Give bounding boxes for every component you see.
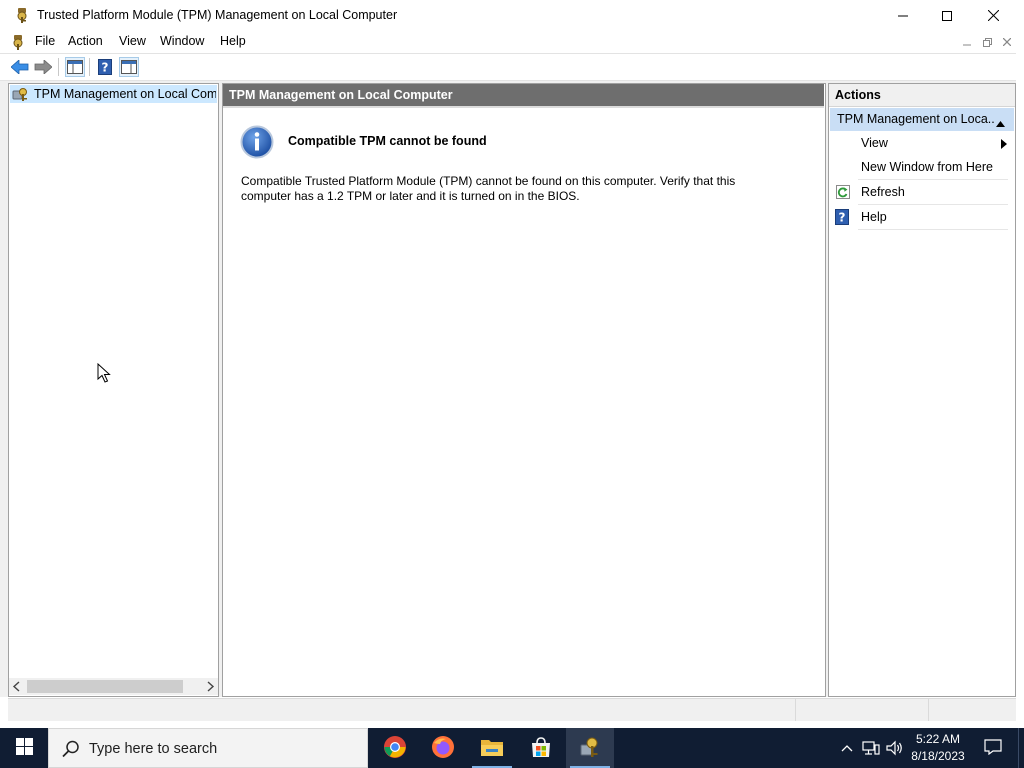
scroll-left-arrow-icon[interactable] — [12, 681, 22, 692]
message-body: Compatible Trusted Platform Module (TPM)… — [241, 174, 736, 203]
windows-logo-icon — [15, 738, 33, 758]
clock-date: 8/18/2023 — [911, 749, 965, 763]
chrome-icon — [383, 735, 407, 762]
show-hide-action-pane-icon[interactable] — [119, 57, 139, 77]
taskbar-search-box[interactable]: Type here to search — [48, 728, 368, 768]
tpm-key-icon — [12, 86, 30, 102]
notification-icon — [984, 738, 1002, 758]
header-divider — [223, 106, 824, 108]
refresh-icon — [835, 184, 851, 200]
title-bar[interactable]: Trusted Platform Module (TPM) Management… — [0, 0, 1024, 31]
taskbar-app-microsoft-store[interactable] — [517, 728, 565, 768]
show-desktop-button[interactable] — [1018, 728, 1024, 768]
taskbar-app-firefox[interactable] — [419, 728, 467, 768]
taskbar-app-chrome[interactable] — [371, 728, 419, 768]
toolbar: ? — [0, 54, 1016, 81]
message-heading: Compatible TPM cannot be found — [288, 134, 487, 148]
window-title: Trusted Platform Module (TPM) Management… — [37, 8, 398, 22]
child-minimize-button[interactable] — [960, 35, 974, 49]
collapse-arrow-icon[interactable] — [996, 116, 1005, 127]
actions-divider — [858, 179, 1008, 180]
action-new-window-from-here[interactable]: New Window from Here — [831, 156, 1009, 178]
action-center-button[interactable] — [978, 728, 1008, 768]
actions-section-header[interactable]: TPM Management on Loca... — [830, 108, 1014, 131]
tree-horizontal-scrollbar[interactable] — [9, 678, 218, 695]
status-bar — [8, 698, 1016, 721]
search-placeholder: Type here to search — [89, 741, 218, 757]
maximize-button[interactable] — [924, 0, 970, 31]
scrollbar-thumb[interactable] — [27, 680, 183, 693]
status-divider — [795, 699, 796, 721]
microsoft-store-icon — [530, 736, 552, 761]
svg-text:?: ? — [839, 211, 846, 225]
clock-time: 5:22 AM — [915, 732, 961, 746]
volume-icon[interactable] — [886, 738, 904, 758]
forward-arrow-icon[interactable] — [33, 57, 53, 77]
mouse-cursor-icon — [97, 362, 111, 383]
search-icon — [61, 739, 81, 759]
actions-section-title: TPM Management on Loca... — [837, 112, 995, 126]
scroll-right-arrow-icon[interactable] — [205, 681, 215, 692]
tree-item-tpm-management[interactable]: TPM Management on Local Computer — [10, 85, 217, 103]
submenu-arrow-icon — [1001, 138, 1007, 149]
show-hide-console-tree-icon[interactable] — [65, 57, 85, 77]
tpm-key-icon[interactable] — [10, 34, 26, 50]
result-pane-title: TPM Management on Local Computer — [229, 88, 453, 102]
actions-pane-header: Actions — [829, 84, 1015, 107]
menu-action[interactable]: Action — [66, 34, 105, 50]
actions-divider — [858, 229, 1008, 230]
taskbar: Type here to search 5:22 AM 8/18/2023 — [0, 728, 1024, 768]
tpm-key-icon — [14, 7, 30, 23]
action-refresh[interactable]: Refresh — [831, 181, 1009, 203]
info-icon — [240, 125, 274, 159]
menu-file[interactable]: File — [33, 34, 57, 50]
help-icon: ? — [835, 209, 851, 225]
toolbar-separator — [58, 58, 59, 76]
close-button[interactable] — [970, 0, 1016, 31]
child-close-button[interactable] — [1000, 35, 1014, 49]
file-explorer-icon — [480, 737, 504, 760]
result-pane-header: TPM Management on Local Computer — [223, 84, 824, 106]
back-arrow-icon[interactable] — [10, 57, 30, 77]
start-button[interactable] — [0, 728, 48, 768]
menu-bar: File Action View Window Help — [0, 31, 1016, 54]
action-label: Refresh — [861, 185, 905, 199]
action-label: Help — [861, 210, 887, 224]
system-clock[interactable]: 5:22 AM 8/18/2023 — [906, 731, 970, 765]
network-icon[interactable] — [862, 738, 880, 758]
child-restore-button[interactable] — [980, 35, 994, 49]
action-label: View — [861, 136, 888, 150]
help-icon[interactable]: ? — [95, 57, 115, 77]
menu-view[interactable]: View — [117, 34, 148, 50]
svg-text:?: ? — [102, 61, 109, 75]
action-help[interactable]: ? Help — [831, 206, 1009, 228]
actions-divider — [858, 204, 1008, 205]
action-label: New Window from Here — [861, 160, 993, 174]
firefox-icon — [431, 735, 455, 762]
minimize-button[interactable] — [880, 0, 926, 31]
tree-item-label: TPM Management on Local Computer — [34, 87, 216, 101]
toolbar-separator — [89, 58, 90, 76]
taskbar-app-tpm-management[interactable] — [566, 728, 614, 768]
menu-help[interactable]: Help — [218, 34, 248, 50]
actions-title: Actions — [835, 88, 881, 102]
status-divider — [928, 699, 929, 721]
show-hidden-icons-chevron-icon[interactable] — [838, 738, 856, 758]
menu-window[interactable]: Window — [158, 34, 206, 50]
action-view[interactable]: View — [831, 132, 1009, 154]
console-tree-pane[interactable] — [8, 83, 219, 697]
taskbar-app-file-explorer[interactable] — [468, 728, 516, 768]
tpm-key-icon — [578, 735, 602, 762]
